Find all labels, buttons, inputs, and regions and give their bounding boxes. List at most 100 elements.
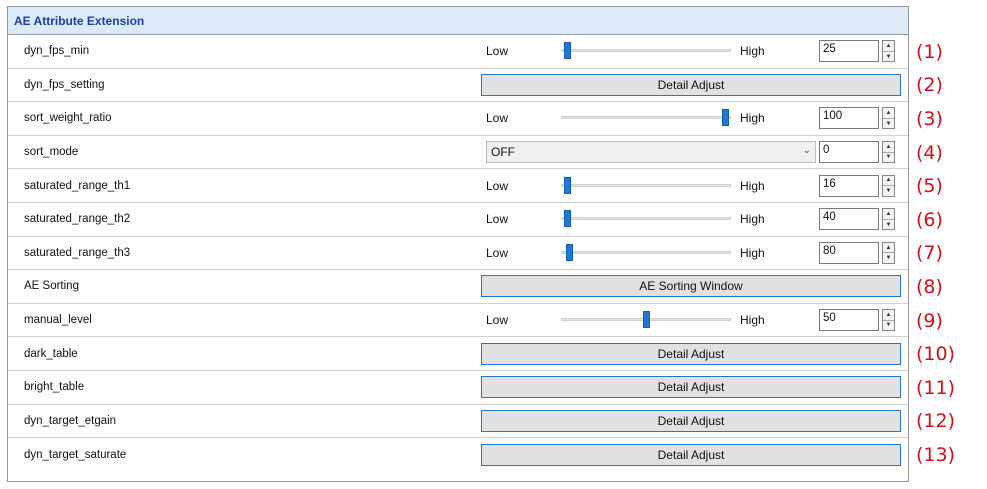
detail-button[interactable]: AE Sorting Window (481, 275, 901, 298)
value-spinner[interactable]: ▲ ▼ (882, 40, 895, 63)
slider-high-label: High (740, 111, 765, 126)
annotation-label: (13) (916, 444, 956, 466)
value-input[interactable]: 16 (819, 174, 879, 197)
value-input[interactable]: 100 (819, 107, 879, 130)
spin-up-icon[interactable]: ▲ (883, 108, 894, 118)
slider-group: Low High 100 ▲ ▼ (483, 102, 908, 135)
setting-label: saturated_range_th2 (24, 213, 131, 226)
annotation-label: (3) (916, 108, 943, 130)
setting-row: dyn_target_saturate Detail Adjust (8, 438, 908, 472)
setting-row: dyn_fps_min Low High 25 ▲ ▼ (8, 35, 908, 69)
slider-thumb[interactable] (643, 311, 650, 329)
spin-down-icon[interactable]: ▼ (883, 252, 894, 263)
slider-thumb[interactable] (721, 109, 729, 127)
setting-row: saturated_range_th2 Low High 40 ▲ ▼ (8, 203, 908, 237)
value-input[interactable]: 40 (819, 208, 879, 231)
slider-high-label: High (740, 44, 765, 59)
spin-down-icon[interactable]: ▼ (883, 319, 894, 331)
slider-low-label: Low (486, 212, 509, 227)
spin-down-icon[interactable]: ▼ (883, 218, 894, 230)
annotation-label: (8) (916, 276, 943, 298)
slider-thumb[interactable] (564, 42, 572, 60)
annotation-label: (9) (916, 309, 943, 332)
value-spinner[interactable]: ▲ ▼ (882, 208, 895, 231)
setting-row: sort_mode OFF ⌄ 0 ▲ ▼ (8, 136, 908, 170)
slider-track[interactable] (561, 210, 731, 228)
setting-label: sort_mode (24, 146, 79, 159)
slider-thumb[interactable] (564, 176, 572, 194)
slider-group: Low High 25 ▲ ▼ (483, 35, 908, 68)
spin-up-icon[interactable]: ▲ (883, 243, 894, 253)
annotation-label: (12) (916, 410, 956, 433)
annotation-label: (5) (916, 175, 943, 198)
mode-select[interactable]: OFF ⌄ (486, 141, 816, 164)
slider-group: Low High 80 ▲ ▼ (483, 237, 908, 270)
setting-label: sort_weight_ratio (24, 112, 112, 125)
spin-up-icon[interactable]: ▲ (883, 209, 894, 219)
spin-down-icon[interactable]: ▼ (883, 50, 894, 62)
value-spinner[interactable]: ▲ ▼ (882, 309, 895, 332)
detail-button[interactable]: Detail Adjust (481, 342, 901, 365)
value-spinner[interactable]: ▲ ▼ (882, 174, 895, 197)
setting-row: saturated_range_th1 Low High 16 ▲ ▼ (8, 169, 908, 203)
panel-header: AE Attribute Extension (8, 7, 908, 35)
panel-title: AE Attribute Extension (14, 13, 145, 28)
slider-thumb[interactable] (564, 210, 572, 228)
setting-row: dyn_target_etgain Detail Adjust (8, 405, 908, 439)
slider-low-label: Low (486, 178, 509, 193)
chevron-down-icon: ⌄ (802, 145, 811, 157)
setting-row: bright_table Detail Adjust (8, 371, 908, 405)
slider-track[interactable] (561, 109, 731, 127)
spin-up-icon[interactable]: ▲ (883, 310, 894, 320)
slider-track[interactable] (561, 176, 731, 194)
spin-down-icon[interactable]: ▼ (883, 185, 894, 196)
slider-group: Low High 40 ▲ ▼ (483, 203, 908, 236)
value-spinner[interactable]: ▲ ▼ (882, 241, 895, 264)
slider-thumb[interactable] (565, 243, 573, 261)
spin-down-icon[interactable]: ▼ (883, 117, 894, 129)
value-spinner[interactable]: ▲ ▼ (882, 141, 895, 164)
annotation-label: (7) (916, 242, 943, 265)
slider-track[interactable] (561, 311, 731, 329)
annotation-label: (1) (916, 40, 943, 63)
setting-row: sort_weight_ratio Low High 100 ▲ ▼ (8, 102, 908, 136)
setting-label: manual_level (24, 314, 92, 327)
spin-down-icon[interactable]: ▼ (883, 151, 894, 163)
setting-row: dark_table Detail Adjust (8, 337, 908, 371)
detail-button[interactable]: Detail Adjust (481, 376, 901, 399)
setting-label: AE Sorting (24, 280, 79, 293)
setting-row: saturated_range_th3 Low High 80 ▲ ▼ (8, 237, 908, 271)
setting-row: AE Sorting AE Sorting Window (8, 270, 908, 304)
slider-low-label: Low (486, 313, 509, 328)
value-input[interactable]: 25 (819, 40, 879, 63)
slider-high-label: High (740, 212, 765, 227)
annotation-label: (6) (916, 208, 943, 231)
detail-button[interactable]: Detail Adjust (481, 443, 901, 466)
setting-row: manual_level Low High 50 ▲ ▼ (8, 304, 908, 338)
setting-label: bright_table (24, 381, 85, 394)
annotation-label: (11) (916, 376, 956, 399)
slider-track[interactable] (561, 243, 731, 261)
slider-low-label: Low (486, 111, 509, 126)
spin-up-icon[interactable]: ▲ (883, 176, 894, 186)
setting-label: dyn_target_saturate (24, 448, 127, 461)
spin-up-icon[interactable]: ▲ (883, 142, 894, 152)
slider-track[interactable] (561, 42, 731, 60)
setting-label: saturated_range_th1 (24, 179, 131, 192)
ae-attribute-panel: AE Attribute Extension dyn_fps_min Low Hi… (7, 6, 909, 482)
setting-label: dyn_fps_min (24, 45, 90, 58)
spin-up-icon[interactable]: ▲ (883, 41, 894, 51)
detail-button[interactable]: Detail Adjust (481, 409, 901, 432)
slider-group: Low High 50 ▲ ▼ (483, 304, 908, 337)
slider-high-label: High (740, 245, 765, 260)
attribute-rows: dyn_fps_min Low High 25 ▲ ▼ dyn_fps_setti… (8, 35, 908, 472)
value-input[interactable]: 50 (819, 309, 879, 332)
detail-button[interactable]: Detail Adjust (481, 73, 901, 96)
value-input[interactable]: 0 (819, 141, 879, 164)
value-spinner[interactable]: ▲ ▼ (882, 107, 895, 130)
value-input[interactable]: 80 (819, 241, 879, 264)
select-value: OFF (491, 145, 515, 160)
slider-low-label: Low (486, 44, 509, 59)
slider-high-label: High (740, 313, 765, 328)
setting-label: dyn_fps_setting (24, 78, 105, 91)
